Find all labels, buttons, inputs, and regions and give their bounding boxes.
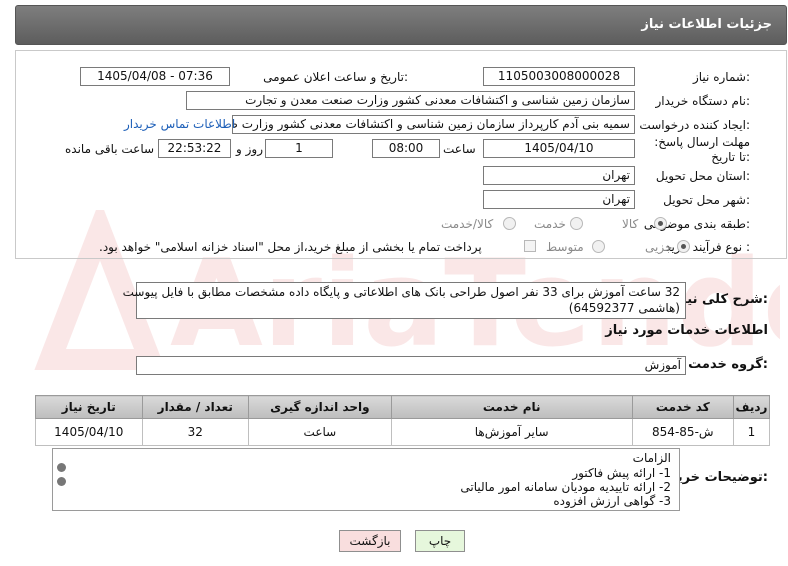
col-index: ردیف xyxy=(732,395,771,419)
col-qty: تعداد / مقدار xyxy=(141,395,250,419)
province-field[interactable]: تهران xyxy=(483,166,635,185)
description-line-2: (هاشمی 64592377) xyxy=(568,301,680,315)
services-table-header: ردیف کد خدمت نام خدمت واحد اندازه گیری ت… xyxy=(35,395,771,419)
service-group-label: گروه خدمت: xyxy=(688,357,768,372)
col-name: نام خدمت xyxy=(390,395,633,419)
services-table: ردیف کد خدمت نام خدمت واحد اندازه گیری ت… xyxy=(35,395,771,446)
cell-name: سایر آموزش‌ها xyxy=(390,418,633,446)
page-header: جزئیات اطلاعات نیاز xyxy=(15,5,787,45)
notes-line-3: 2- ارائه تاییدیه مودیان سامانه امور مالی… xyxy=(460,480,671,494)
need-number-label: شماره نیاز: xyxy=(692,70,750,84)
buyer-org-label: نام دستگاه خریدار: xyxy=(655,94,751,108)
city-label: شهر محل تحویل: xyxy=(663,193,750,207)
province-label: استان محل تحویل: xyxy=(655,169,750,183)
col-date: تاریخ نیاز xyxy=(35,395,143,419)
cell-code: ش-85-854 xyxy=(631,418,734,446)
category-goods-radio[interactable] xyxy=(654,217,667,230)
remaining-label: ساعت باقی مانده xyxy=(65,142,155,156)
table-row[interactable]: 1 ش-85-854 سایر آموزش‌ها ساعت 32 1405/04… xyxy=(35,418,771,446)
page-title: جزئیات اطلاعات نیاز xyxy=(641,17,772,32)
category-service-radio[interactable] xyxy=(570,217,583,230)
announce-datetime-field[interactable]: 1405/04/08 - 07:36 xyxy=(80,67,230,86)
time-label: ساعت xyxy=(443,142,476,156)
creator-field[interactable]: سمیه بنی آدم کارپرداز سازمان زمین شناسی … xyxy=(232,115,635,134)
cell-qty: 32 xyxy=(141,418,250,446)
process-minor-radio[interactable] xyxy=(677,240,690,253)
process-minor-label: جزیی xyxy=(645,240,673,254)
buyer-org-field[interactable]: سازمان زمین شناسی و اکتشافات معدنی کشور … xyxy=(186,91,635,110)
buyer-notes-box[interactable]: الزامات 1- ارائه پیش فاکتور 2- ارائه تای… xyxy=(52,448,680,511)
category-service-label: خدمت xyxy=(534,217,566,231)
category-goods-label: کالا xyxy=(622,217,639,231)
treasury-payment-checkbox[interactable] xyxy=(524,240,536,252)
remaining-time-field[interactable]: 22:53:22 xyxy=(158,139,231,158)
description-box[interactable]: 32 ساعت آموزش برای 33 نفر اصول طراحی بان… xyxy=(123,282,686,319)
announce-label: تاریخ و ساعت اعلان عمومی: xyxy=(263,70,408,84)
notes-line-1: الزامات xyxy=(632,451,671,465)
scroll-up-icon[interactable] xyxy=(57,463,66,472)
cell-index: 1 xyxy=(732,418,771,446)
deadline-time-field[interactable]: 08:00 xyxy=(372,139,440,158)
days-label: روز و xyxy=(236,142,263,156)
deadline-label: مهلت ارسال پاسخ: تا تاریخ: xyxy=(654,135,750,164)
category-goods-service-radio[interactable] xyxy=(503,217,516,230)
col-unit: واحد اندازه گیری xyxy=(248,395,392,419)
days-field[interactable]: 1 xyxy=(265,139,333,158)
cell-date: 1405/04/10 xyxy=(35,418,143,446)
description-line-1: 32 ساعت آموزش برای 33 نفر اصول طراحی بان… xyxy=(122,285,680,299)
treasury-payment-note: پرداخت تمام یا بخشی از مبلغ خرید،از محل … xyxy=(99,240,482,254)
category-goods-service-label: کالا/خدمت xyxy=(441,217,494,231)
notes-line-4: 3- گواهی ارزش افزوده xyxy=(553,494,671,508)
cell-unit: ساعت xyxy=(248,418,392,446)
description-label: شرح کلی نیاز: xyxy=(674,292,768,307)
process-medium-label: متوسط xyxy=(546,240,584,254)
notes-line-2: 1- ارائه پیش فاکتور xyxy=(572,466,671,480)
back-button[interactable]: بازگشت xyxy=(339,530,401,552)
buyer-contact-link[interactable]: اطلاعات تماس خریدار xyxy=(124,117,235,131)
print-button[interactable]: چاپ xyxy=(415,530,465,552)
scroll-down-icon[interactable] xyxy=(57,477,66,486)
creator-label: ایجاد کننده درخواست: xyxy=(639,118,750,132)
col-code: کد خدمت xyxy=(631,395,734,419)
deadline-date-field[interactable]: 1405/04/10 xyxy=(483,139,635,158)
service-group-field[interactable]: آموزش xyxy=(136,356,686,375)
city-field[interactable]: تهران xyxy=(483,190,635,209)
need-number-field[interactable]: 1105003008000028 xyxy=(483,67,635,86)
services-section-title: اطلاعات خدمات مورد نیاز xyxy=(605,323,768,338)
process-medium-radio[interactable] xyxy=(592,240,605,253)
